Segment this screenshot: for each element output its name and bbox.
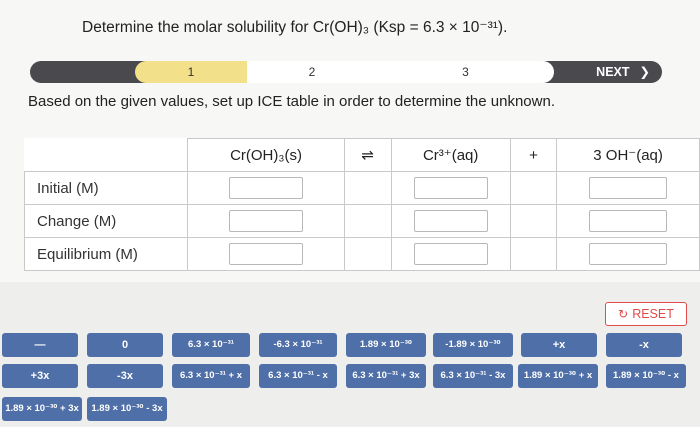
step-3[interactable]: 3 xyxy=(377,61,554,83)
tile-plus-x[interactable]: +x xyxy=(521,333,597,357)
tile-1-89e-30[interactable]: 1.89 × 10⁻³⁰ xyxy=(346,333,426,357)
ice-row-equilibrium: Equilibrium (M) xyxy=(23,237,700,271)
drop-zone-initial-oh[interactable] xyxy=(589,177,668,199)
row-label-equilibrium: Equilibrium (M) xyxy=(23,237,189,271)
next-button[interactable]: NEXT ❯ xyxy=(596,61,650,83)
drop-zone-initial-cr3[interactable] xyxy=(413,177,488,199)
drop-zone-change-oh[interactable] xyxy=(589,210,668,232)
ice-header-blank xyxy=(24,138,189,172)
question-text: Determine the molar solubility for Cr(OH… xyxy=(82,19,508,36)
tile-neg-6-3e-31[interactable]: -6.3 × 10⁻³¹ xyxy=(259,333,337,357)
tile-minus-x[interactable]: -x xyxy=(606,333,682,357)
drop-zone-eq-croh3[interactable] xyxy=(229,243,304,265)
tile-1-89e-30-plus-x[interactable]: 1.89 × 10⁻³⁰ + x xyxy=(518,364,598,388)
instruction-text: Based on the given values, set up ICE ta… xyxy=(28,93,555,110)
header-3-oh-minus: 3 OH⁻(aq) xyxy=(556,138,700,172)
header-cr-oh3: Cr(OH)₃(s) xyxy=(187,138,345,172)
next-label: NEXT xyxy=(596,65,630,79)
tile-plus-3x[interactable]: +3x xyxy=(2,364,78,388)
drop-zone-eq-cr3[interactable] xyxy=(413,243,488,265)
step-1[interactable]: 1 xyxy=(135,61,247,83)
ice-row-initial: Initial (M) xyxy=(23,171,700,205)
tile-6-3e-31-plus-3x[interactable]: 6.3 × 10⁻³¹ + 3x xyxy=(346,364,426,388)
step-2[interactable]: 2 xyxy=(247,61,377,83)
ice-header-row: Cr(OH)₃(s) ⇌ Cr³⁺(aq) + 3 OH⁻(aq) xyxy=(24,138,700,172)
reset-label: RESET xyxy=(632,307,674,321)
equilibrium-arrow: ⇌ xyxy=(343,138,392,172)
tile-1-89e-30-plus-3x[interactable]: 1.89 × 10⁻³⁰ + 3x xyxy=(2,397,82,421)
ice-table: Cr(OH)₃(s) ⇌ Cr³⁺(aq) + 3 OH⁻(aq) Initia… xyxy=(23,138,700,271)
tile-minus-3x[interactable]: -3x xyxy=(87,364,163,388)
tile-6-3e-31-minus-3x[interactable]: 6.3 × 10⁻³¹ - 3x xyxy=(433,364,513,388)
row-label-change: Change (M) xyxy=(23,204,189,238)
tile-1-89e-30-minus-x[interactable]: 1.89 × 10⁻³⁰ - x xyxy=(606,364,686,388)
tile-1-89e-30-minus-3x[interactable]: 1.89 × 10⁻³⁰ - 3x xyxy=(87,397,167,421)
drop-zone-initial-croh3[interactable] xyxy=(229,177,304,199)
reset-icon: ↻ xyxy=(618,307,629,321)
reset-button[interactable]: ↻ RESET xyxy=(605,302,687,326)
plus-sign: + xyxy=(509,138,558,172)
tile-zero[interactable]: 0 xyxy=(87,333,163,357)
tile-dash[interactable]: — xyxy=(2,333,78,357)
header-cr3-plus: Cr³⁺(aq) xyxy=(390,138,511,172)
chevron-right-icon: ❯ xyxy=(639,65,650,79)
tile-neg-1-89e-30[interactable]: -1.89 × 10⁻³⁰ xyxy=(433,333,513,357)
tile-6-3e-31[interactable]: 6.3 × 10⁻³¹ xyxy=(172,333,250,357)
ice-row-change: Change (M) xyxy=(23,204,700,238)
drop-zone-eq-oh[interactable] xyxy=(589,243,668,265)
drop-zone-change-croh3[interactable] xyxy=(229,210,304,232)
tile-6-3e-31-plus-x[interactable]: 6.3 × 10⁻³¹ + x xyxy=(172,364,250,388)
step-progress-bar: 1 2 3 NEXT ❯ xyxy=(30,61,662,83)
drop-zone-change-cr3[interactable] xyxy=(413,210,488,232)
tile-6-3e-31-minus-x[interactable]: 6.3 × 10⁻³¹ - x xyxy=(259,364,337,388)
row-label-initial: Initial (M) xyxy=(23,171,189,205)
